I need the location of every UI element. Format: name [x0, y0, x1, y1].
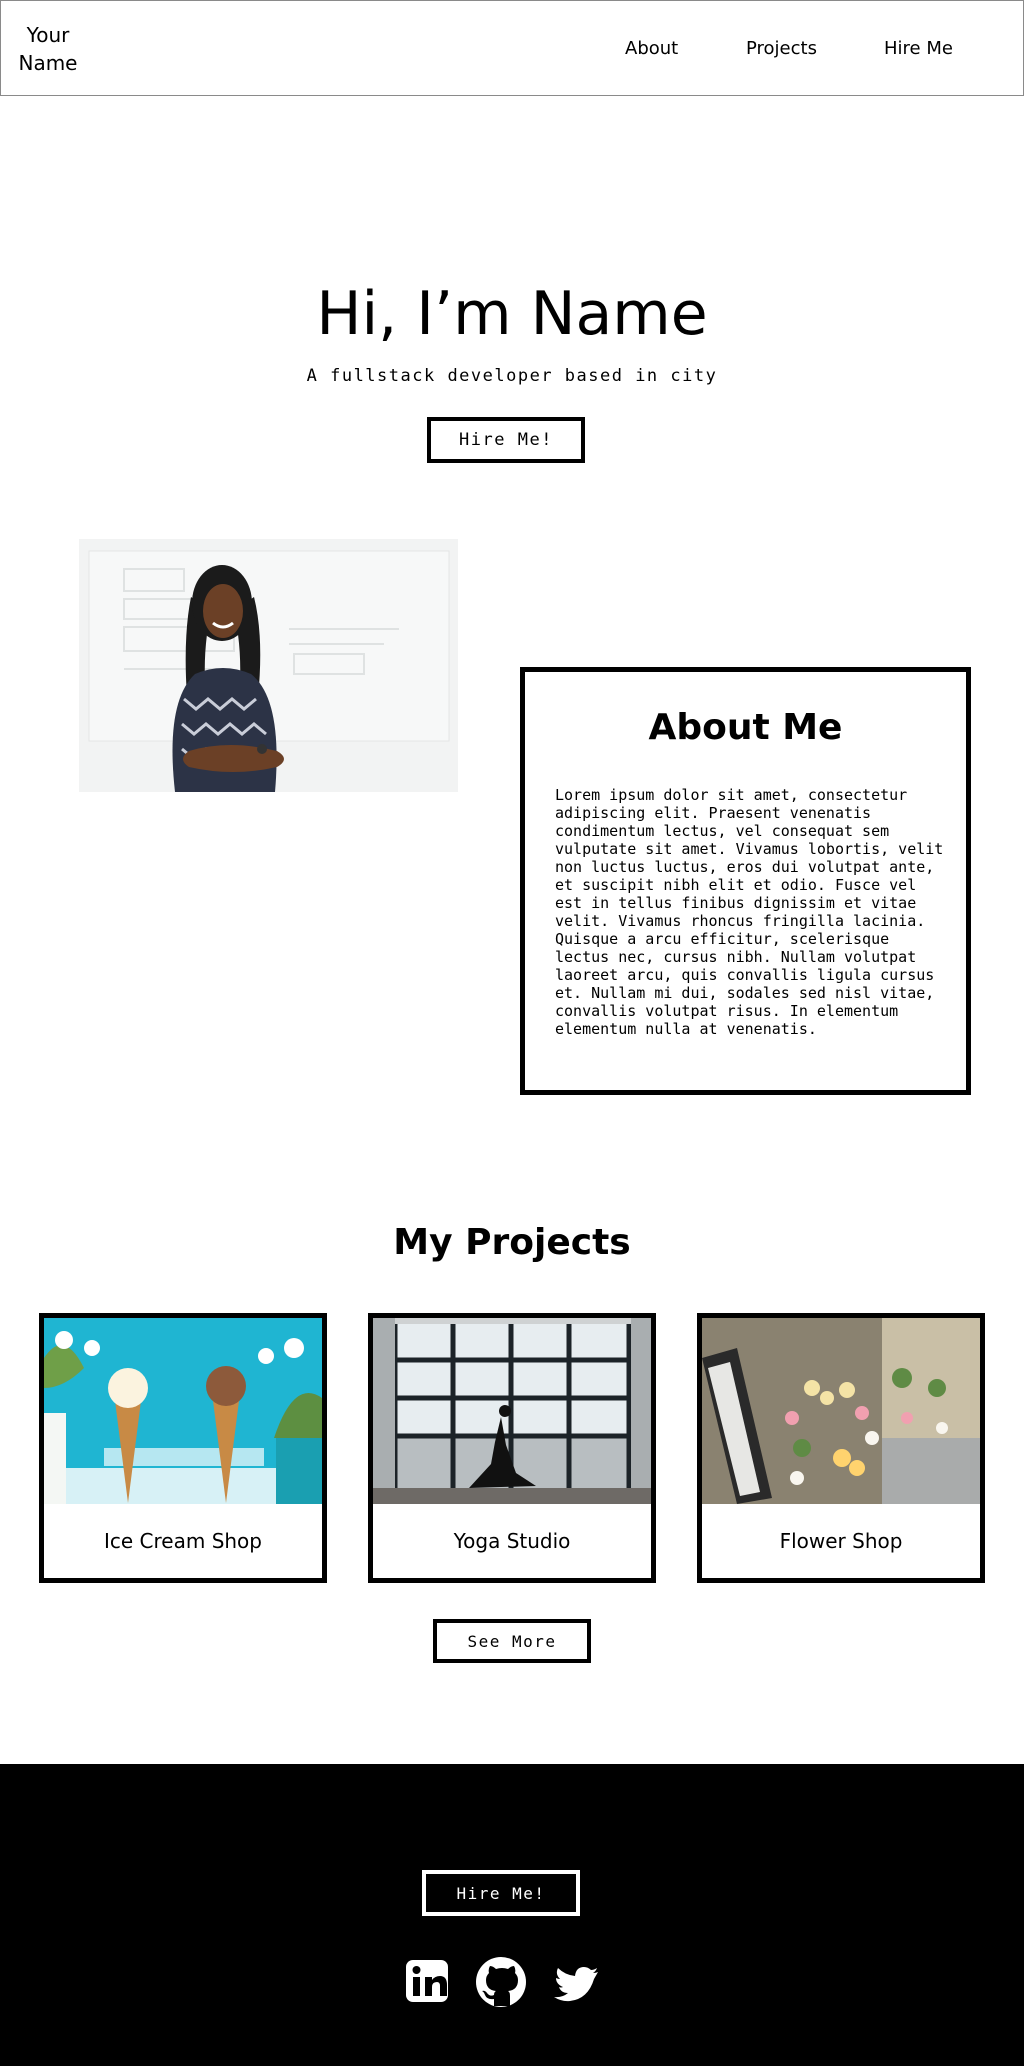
brand-name[interactable]: Your Name — [17, 21, 79, 77]
see-more-button[interactable]: See More — [433, 1619, 591, 1663]
footer-hire-me-button[interactable]: Hire Me! — [422, 1870, 580, 1916]
hire-me-button[interactable]: Hire Me! — [427, 417, 585, 463]
twitter-icon[interactable] — [552, 1956, 606, 2010]
about-title: About Me — [648, 707, 843, 748]
project-card-ice-cream-shop[interactable]: Ice Cream Shop — [39, 1313, 327, 1583]
about-text: Lorem ipsum dolor sit amet, consectetur … — [555, 786, 944, 1038]
site-header: Your Name About Projects Hire Me — [0, 0, 1024, 96]
flower-shop-image — [702, 1318, 980, 1504]
project-label: Yoga Studio — [453, 1529, 571, 1553]
about-card: About Me Lorem ipsum dolor sit amet, con… — [520, 667, 971, 1095]
ice-cream-image — [44, 1318, 322, 1504]
hero-title: Hi, I’m Name — [316, 279, 708, 349]
nav-hire-link[interactable]: Hire Me — [884, 38, 953, 60]
site-footer: Hire Me! — [0, 1764, 1024, 2066]
project-card-flower-shop[interactable]: Flower Shop — [697, 1313, 985, 1583]
project-label: Flower Shop — [779, 1529, 903, 1553]
profile-photo — [79, 539, 458, 792]
github-icon[interactable] — [474, 1956, 528, 2010]
yoga-studio-image — [373, 1318, 651, 1504]
nav-about-link[interactable]: About — [625, 38, 678, 60]
linkedin-icon[interactable] — [402, 1956, 456, 2010]
project-label: Ice Cream Shop — [103, 1529, 262, 1553]
project-card-yoga-studio[interactable]: Yoga Studio — [368, 1313, 656, 1583]
projects-title: My Projects — [393, 1222, 631, 1263]
nav-projects-link[interactable]: Projects — [746, 38, 817, 60]
hero-subtitle: A fullstack developer based in city — [306, 366, 718, 386]
